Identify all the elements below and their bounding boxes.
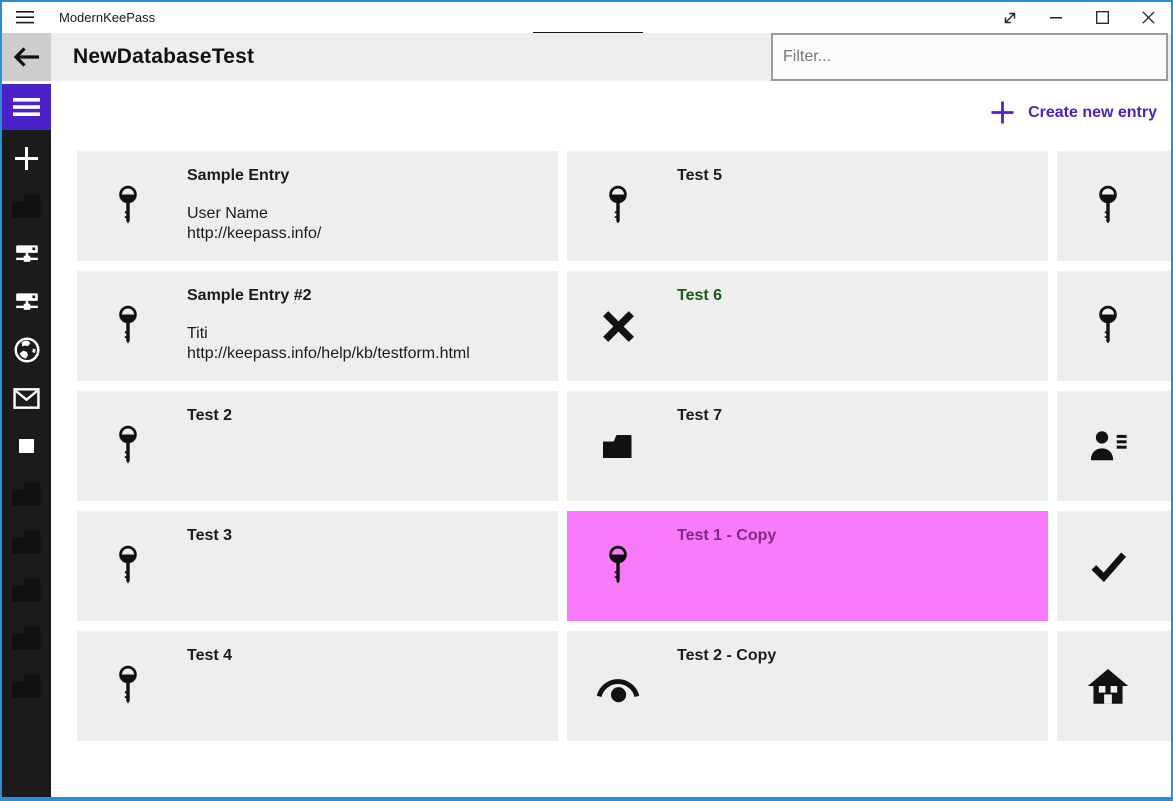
sidebar-item-4[interactable] — [2, 278, 51, 326]
key-icon — [105, 271, 151, 381]
sidebar-item-8[interactable] — [2, 470, 51, 518]
titlebar: ModernKeePass — [2, 2, 1171, 33]
home-icon — [1085, 631, 1131, 741]
sidebar-item-9[interactable] — [2, 518, 51, 566]
close-icon — [1141, 11, 1155, 24]
key-icon — [595, 511, 641, 621]
entry-title: Test 5 — [677, 167, 723, 184]
entry-title: Test 6 — [677, 287, 723, 304]
filter-input[interactable] — [771, 33, 1168, 81]
sidebar-item-10[interactable] — [2, 566, 51, 614]
entry-card[interactable] — [1057, 511, 1171, 621]
entry-title: Test 3 — [187, 527, 233, 544]
sidebar — [2, 84, 51, 797]
hamburger-icon — [13, 97, 40, 117]
hamburger-icon — [16, 11, 34, 24]
folder-icon — [8, 572, 46, 608]
key-icon — [105, 151, 151, 261]
entry-card[interactable]: Test 1 - Copy — [567, 511, 1048, 621]
sidebar-item-7[interactable] — [2, 422, 51, 470]
entry-card[interactable] — [1057, 271, 1171, 381]
sidebar-toggle-button[interactable] — [2, 84, 51, 130]
entry-title: Test 2 - Copy — [677, 647, 777, 664]
minimize-button[interactable] — [1033, 2, 1079, 33]
folder-icon — [8, 476, 46, 512]
entry-card[interactable] — [1057, 391, 1171, 501]
create-new-entry-label: Create new entry — [1028, 103, 1157, 121]
close-button[interactable] — [1125, 2, 1171, 33]
sidebar-item-6[interactable] — [2, 374, 51, 422]
page-title: NewDatabaseTest — [73, 45, 255, 68]
fullscreen-icon — [1002, 10, 1018, 26]
entry-title: Sample Entry #2 — [187, 287, 312, 304]
key-icon — [595, 151, 641, 261]
entry-title: Test 4 — [187, 647, 233, 664]
sidebar-item-1[interactable] — [2, 134, 51, 182]
entry-card[interactable]: Test 5 — [567, 151, 1048, 261]
header: NewDatabaseTest — [2, 33, 1171, 81]
server-icon — [14, 292, 40, 312]
eye-icon — [595, 631, 641, 741]
entry-card[interactable]: Test 3 — [77, 511, 558, 621]
entry-card[interactable]: Test 2 — [77, 391, 558, 501]
folder-icon — [8, 524, 46, 560]
sidebar-item-11[interactable] — [2, 614, 51, 662]
entry-card[interactable]: Sample Entry #2 Titi http://keepass.info/h… — [77, 271, 558, 381]
fullscreen-button[interactable] — [987, 2, 1033, 33]
server-icon — [14, 244, 40, 264]
entry-title: Test 7 — [677, 407, 723, 424]
square-icon — [19, 439, 34, 453]
key-icon — [105, 511, 151, 621]
folder-icon — [8, 668, 46, 704]
globe-icon — [13, 337, 40, 363]
entry-card[interactable]: Test 2 - Copy — [567, 631, 1048, 741]
mail-icon — [13, 387, 40, 409]
sidebar-item-2[interactable] — [2, 182, 51, 230]
entry-subtitle: Titi http://keepass.info/help/kb/testform… — [187, 325, 470, 362]
entry-subtitle: User Name http://keepass.info/ — [187, 205, 322, 242]
app-title: ModernKeePass — [59, 10, 156, 25]
entry-card[interactable] — [1057, 631, 1171, 741]
back-button[interactable] — [2, 33, 51, 81]
key-icon — [1085, 151, 1131, 261]
arrow-left-icon — [13, 46, 40, 68]
entry-card[interactable]: Sample Entry User Name http://keepass.info… — [77, 151, 558, 261]
maximize-icon — [1095, 11, 1109, 24]
entry-title: Test 1 - Copy — [677, 527, 777, 544]
key-icon — [105, 391, 151, 501]
folder-icon — [595, 391, 641, 501]
entry-grid: Sample Entry User Name http://keepass.info… — [77, 151, 1171, 741]
maximize-button[interactable] — [1079, 2, 1125, 33]
entry-card[interactable]: Test 7 — [567, 391, 1048, 501]
folder-icon — [8, 188, 46, 224]
entry-title: Sample Entry — [187, 167, 290, 184]
person-list-icon — [1085, 391, 1131, 501]
main-content: Create new entry Sample Entry User Name ht… — [51, 84, 1171, 797]
folder-icon — [8, 620, 46, 656]
check-icon — [1085, 511, 1131, 621]
minimize-icon — [1050, 16, 1062, 19]
titlebar-menu-button[interactable] — [2, 2, 48, 33]
entry-card[interactable] — [1057, 151, 1171, 261]
entry-title: Test 2 — [187, 407, 233, 424]
sidebar-item-5[interactable] — [2, 326, 51, 374]
plus-icon — [14, 146, 39, 171]
cross-icon — [595, 271, 641, 381]
sidebar-item-12[interactable] — [2, 662, 51, 710]
key-icon — [1085, 271, 1131, 381]
entry-card[interactable]: Test 6 — [567, 271, 1048, 381]
entry-card[interactable]: Test 4 — [77, 631, 558, 741]
plus-icon — [991, 101, 1014, 124]
key-icon — [105, 631, 151, 741]
sidebar-item-3[interactable] — [2, 230, 51, 278]
create-new-entry-button[interactable]: Create new entry — [991, 101, 1157, 124]
